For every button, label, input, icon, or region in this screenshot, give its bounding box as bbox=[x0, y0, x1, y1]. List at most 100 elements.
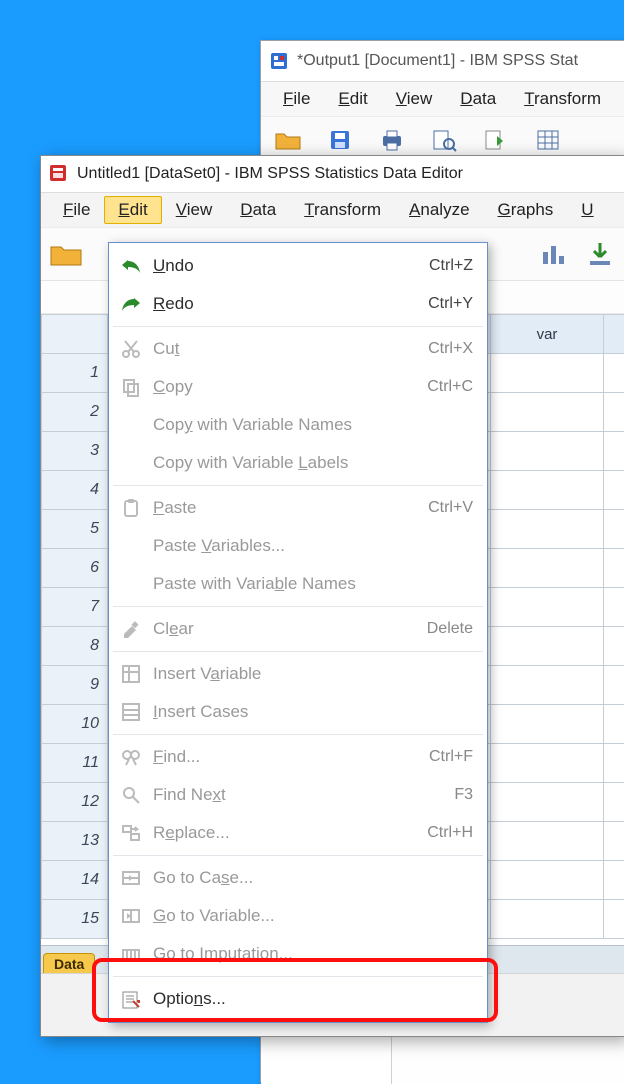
cell[interactable] bbox=[491, 588, 604, 627]
menu-item-shortcut: Ctrl+Z bbox=[429, 257, 473, 275]
cell[interactable] bbox=[604, 393, 624, 432]
menu-item-goto-variable: Go to Variable... bbox=[109, 897, 487, 935]
menu-item-goto-case: Go to Case... bbox=[109, 859, 487, 897]
cell[interactable] bbox=[604, 432, 624, 471]
open-file-icon[interactable] bbox=[269, 121, 307, 159]
menu-separator bbox=[113, 734, 483, 735]
output-title-text: *Output1 [Document1] - IBM SPSS Stat bbox=[297, 52, 578, 70]
cell[interactable] bbox=[604, 354, 624, 393]
insert-variable-icon bbox=[119, 662, 143, 686]
row-number[interactable]: 1 bbox=[42, 354, 108, 393]
row-number[interactable]: 10 bbox=[42, 705, 108, 744]
cell[interactable] bbox=[491, 354, 604, 393]
cut-icon bbox=[119, 337, 143, 361]
menu-item-label: Cut bbox=[153, 339, 428, 359]
menu-item-label: Copy with Variable Names bbox=[153, 415, 473, 435]
copy-icon bbox=[119, 375, 143, 399]
menu-item-label: Redo bbox=[153, 294, 428, 314]
menu-view[interactable]: View bbox=[162, 196, 227, 224]
row-number[interactable]: 15 bbox=[42, 900, 108, 939]
print-preview-icon[interactable] bbox=[425, 121, 463, 159]
cell[interactable] bbox=[491, 744, 604, 783]
menu-item-undo[interactable]: Undo Ctrl+Z bbox=[109, 247, 487, 285]
row-number[interactable]: 4 bbox=[42, 471, 108, 510]
cell[interactable] bbox=[604, 471, 624, 510]
cell[interactable] bbox=[491, 432, 604, 471]
cell[interactable] bbox=[604, 549, 624, 588]
cell[interactable] bbox=[491, 822, 604, 861]
menu-separator bbox=[113, 485, 483, 486]
menu-transform[interactable]: Transform bbox=[290, 196, 395, 224]
column-header-var[interactable]: var bbox=[491, 315, 604, 354]
download-icon[interactable] bbox=[581, 235, 619, 273]
cell[interactable] bbox=[491, 861, 604, 900]
row-number[interactable]: 3 bbox=[42, 432, 108, 471]
cell[interactable] bbox=[491, 705, 604, 744]
output-menu-edit[interactable]: Edit bbox=[324, 85, 381, 113]
edit-menu-dropdown: Undo Ctrl+Z Redo Ctrl+Y Cut Ctrl+X Copy … bbox=[108, 242, 488, 1023]
menu-graphs[interactable]: Graphs bbox=[484, 196, 568, 224]
row-number[interactable]: 9 bbox=[42, 666, 108, 705]
cell[interactable] bbox=[604, 705, 624, 744]
cell[interactable] bbox=[604, 627, 624, 666]
menu-separator bbox=[113, 606, 483, 607]
open-file-icon[interactable] bbox=[47, 235, 85, 273]
chart-icon[interactable] bbox=[535, 235, 573, 273]
goto-imputation-icon bbox=[119, 942, 143, 966]
cell[interactable] bbox=[491, 900, 604, 939]
grid-icon[interactable] bbox=[529, 121, 567, 159]
row-number[interactable]: 6 bbox=[42, 549, 108, 588]
menu-data[interactable]: Data bbox=[226, 196, 290, 224]
cell[interactable] bbox=[604, 900, 624, 939]
row-number[interactable]: 13 bbox=[42, 822, 108, 861]
row-number[interactable]: 14 bbox=[42, 861, 108, 900]
save-icon[interactable] bbox=[321, 121, 359, 159]
cell[interactable] bbox=[491, 666, 604, 705]
cell[interactable] bbox=[491, 510, 604, 549]
menu-item-label: Clear bbox=[153, 619, 427, 639]
menu-file[interactable]: File bbox=[49, 196, 104, 224]
menu-utilities[interactable]: U bbox=[567, 196, 607, 224]
cell[interactable] bbox=[491, 627, 604, 666]
column-header-empty[interactable] bbox=[604, 315, 624, 354]
menu-item-options[interactable]: Options... bbox=[109, 980, 487, 1018]
tab-data-view[interactable]: Data bbox=[43, 953, 95, 974]
undo-icon bbox=[119, 254, 143, 278]
menu-item-cut: Cut Ctrl+X bbox=[109, 330, 487, 368]
cell[interactable] bbox=[604, 666, 624, 705]
output-menu-transform[interactable]: Transform bbox=[510, 85, 615, 113]
row-number[interactable]: 7 bbox=[42, 588, 108, 627]
row-number[interactable]: 11 bbox=[42, 744, 108, 783]
menu-item-redo[interactable]: Redo Ctrl+Y bbox=[109, 285, 487, 323]
menu-item-label: Copy with Variable Labels bbox=[153, 453, 473, 473]
cell[interactable] bbox=[491, 783, 604, 822]
menu-item-paste-names: Paste with Variable Names bbox=[109, 565, 487, 603]
cell[interactable] bbox=[604, 783, 624, 822]
menu-edit[interactable]: Edit bbox=[104, 196, 161, 224]
goto-case-icon bbox=[119, 866, 143, 890]
output-menu-file[interactable]: File bbox=[269, 85, 324, 113]
cell[interactable] bbox=[604, 588, 624, 627]
menu-item-label: Insert Variable bbox=[153, 664, 473, 684]
output-menu-view[interactable]: View bbox=[382, 85, 447, 113]
row-number[interactable]: 2 bbox=[42, 393, 108, 432]
export-icon[interactable] bbox=[477, 121, 515, 159]
output-menubar: File Edit View Data Transform bbox=[261, 82, 624, 117]
print-icon[interactable] bbox=[373, 121, 411, 159]
spss-app-icon bbox=[269, 51, 289, 71]
cell[interactable] bbox=[604, 510, 624, 549]
row-number[interactable]: 12 bbox=[42, 783, 108, 822]
menu-item-shortcut: Ctrl+X bbox=[428, 340, 473, 358]
data-editor-menubar: File Edit View Data Transform Analyze Gr… bbox=[41, 193, 624, 228]
menu-analyze[interactable]: Analyze bbox=[395, 196, 483, 224]
output-menu-data[interactable]: Data bbox=[446, 85, 510, 113]
cell[interactable] bbox=[491, 393, 604, 432]
cell[interactable] bbox=[491, 471, 604, 510]
cell[interactable] bbox=[604, 861, 624, 900]
row-number[interactable]: 8 bbox=[42, 627, 108, 666]
menu-separator bbox=[113, 976, 483, 977]
cell[interactable] bbox=[491, 549, 604, 588]
cell[interactable] bbox=[604, 744, 624, 783]
row-number[interactable]: 5 bbox=[42, 510, 108, 549]
cell[interactable] bbox=[604, 822, 624, 861]
